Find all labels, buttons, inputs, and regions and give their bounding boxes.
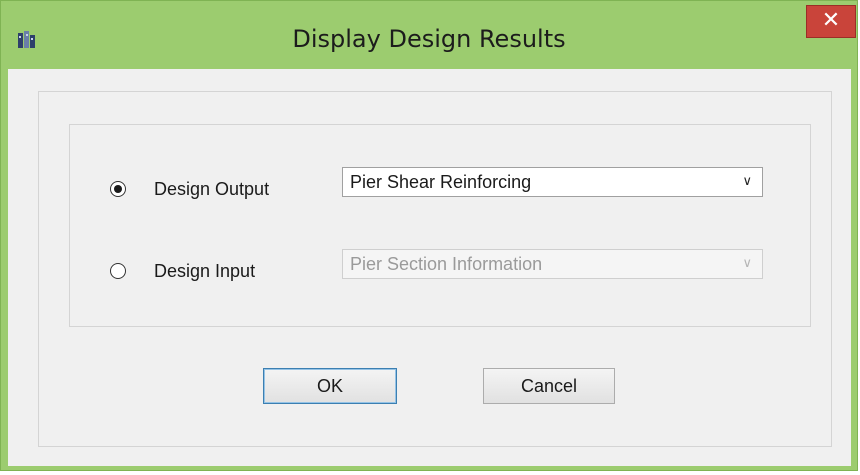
design-output-value: Pier Shear Reinforcing bbox=[350, 172, 532, 192]
design-input-radio[interactable] bbox=[110, 263, 126, 279]
close-icon: ✕ bbox=[821, 8, 841, 33]
window-title: Display Design Results bbox=[292, 25, 566, 53]
chevron-down-icon: ∨ bbox=[742, 256, 752, 271]
dialog-window: Display Design Results ✕ Design Output P… bbox=[0, 0, 858, 471]
title-bar[interactable]: Display Design Results ✕ bbox=[1, 1, 857, 71]
close-button[interactable]: ✕ bbox=[806, 5, 856, 38]
design-input-value: Pier Section Information bbox=[350, 254, 543, 274]
chevron-down-icon: ∨ bbox=[742, 174, 752, 189]
outer-frame: Design Output Pier Shear Reinforcing ∨ D… bbox=[38, 91, 832, 447]
design-input-label[interactable]: Design Input bbox=[154, 261, 255, 282]
design-output-select[interactable]: Pier Shear Reinforcing ∨ bbox=[342, 167, 763, 197]
ok-button[interactable]: OK bbox=[263, 368, 397, 404]
cancel-button[interactable]: Cancel bbox=[483, 368, 615, 404]
design-output-radio[interactable] bbox=[110, 181, 126, 197]
dialog-body: Design Output Pier Shear Reinforcing ∨ D… bbox=[8, 69, 851, 466]
design-input-select: Pier Section Information ∨ bbox=[342, 249, 763, 279]
design-output-label[interactable]: Design Output bbox=[154, 179, 269, 200]
radio-selected-dot bbox=[114, 185, 122, 193]
display-options-group: Design Output Pier Shear Reinforcing ∨ D… bbox=[69, 124, 811, 327]
